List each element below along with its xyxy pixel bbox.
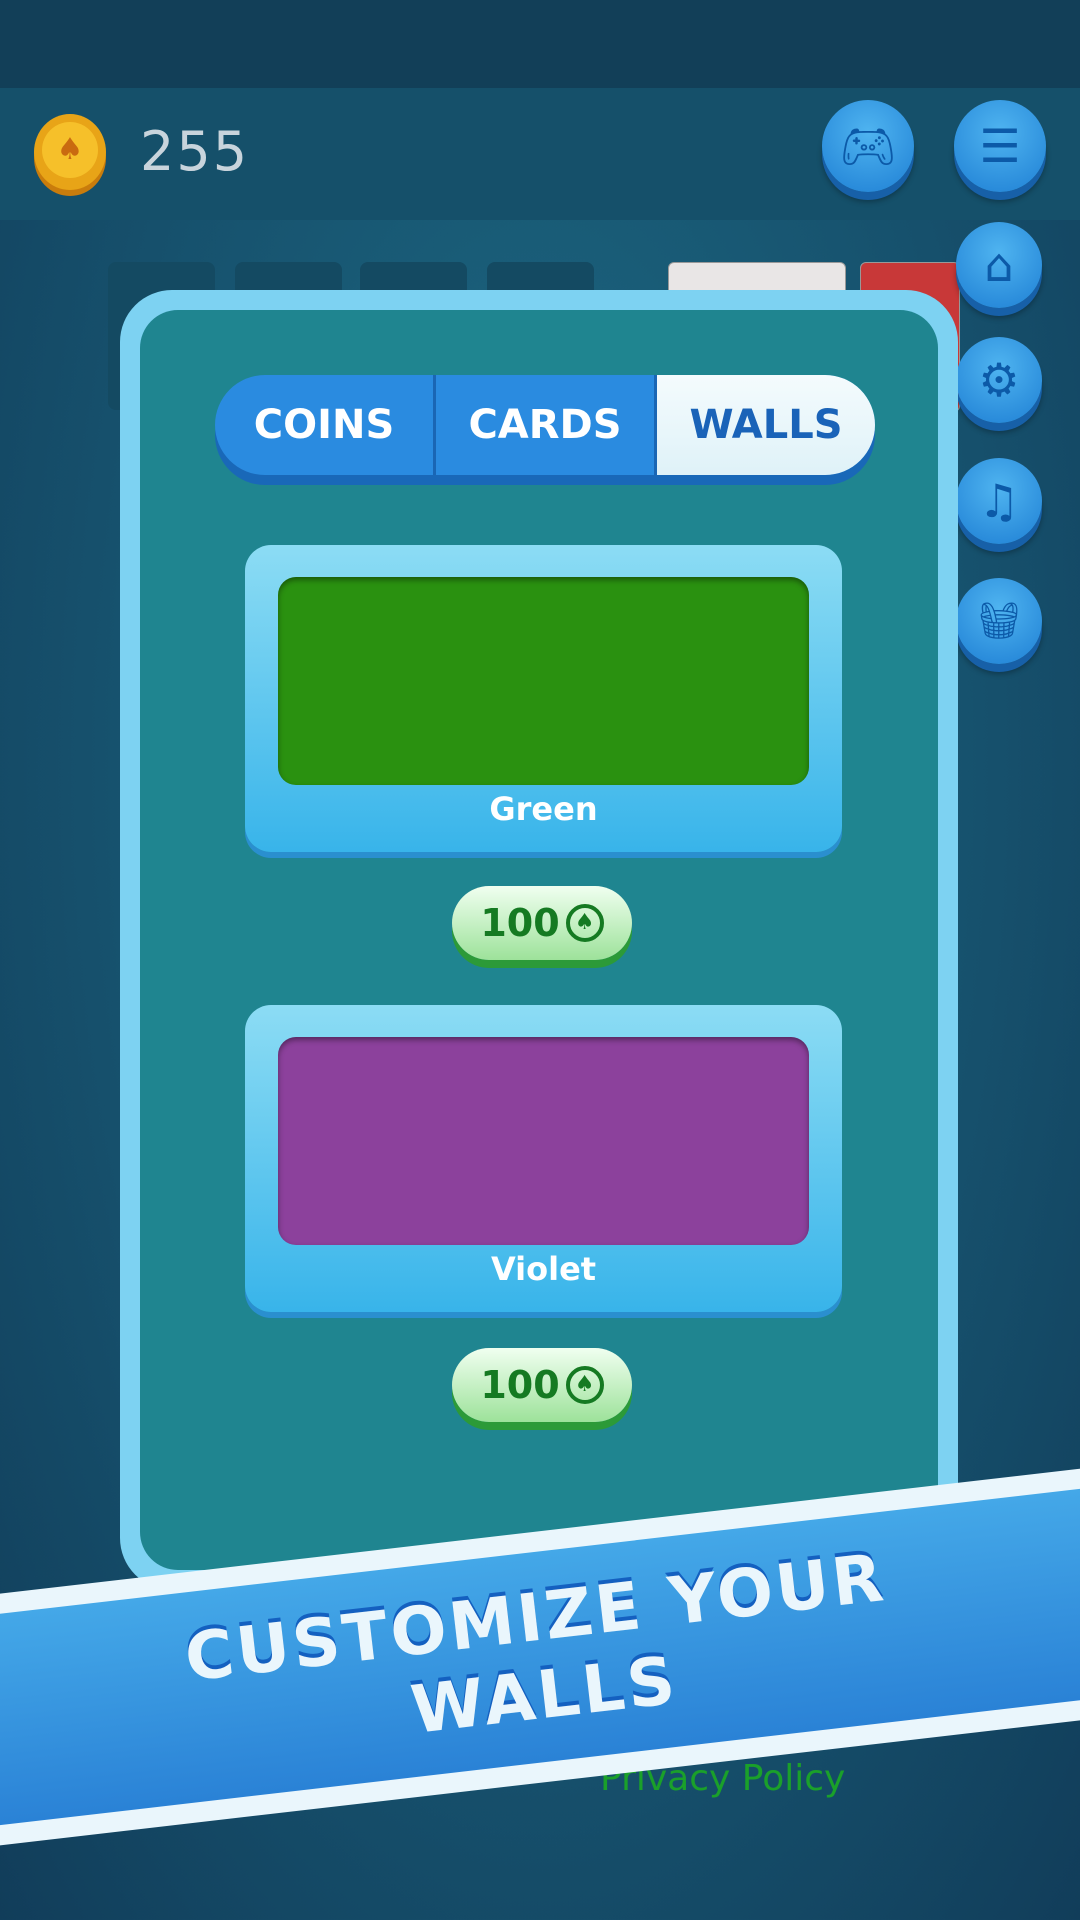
coin-balance: 255 [140,120,250,183]
shop-button[interactable]: 🧺︎ [956,578,1042,664]
gear-icon: ⚙ [978,353,1020,407]
price: 100 [480,901,560,945]
wall-swatch [278,577,809,785]
gamepad-icon: 🎮︎ [838,118,898,173]
home-icon: ⌂ [984,238,1014,292]
category-tabs: COINS CARDS WALLS [215,375,875,475]
home-button[interactable]: ⌂ [956,222,1042,308]
price: 100 [480,1363,560,1407]
wall-option-green[interactable]: Green [245,545,842,852]
tab-walls[interactable]: WALLS [657,375,875,475]
menu-button[interactable]: ☰ [954,100,1046,192]
music-icon: ♫ [978,474,1020,528]
spade-coin-icon: ♠ [565,904,604,942]
tab-coins[interactable]: COINS [215,375,436,475]
wall-name: Violet [490,1250,597,1288]
music-button[interactable]: ♫ [956,458,1042,544]
wall-option-violet[interactable]: Violet [245,1005,842,1312]
spade-coin-icon: ♠ [34,114,106,190]
buy-button[interactable]: 100 ♠ [452,1348,632,1422]
wall-swatch [278,1037,809,1245]
wall-name: Green [489,790,598,828]
status-area [0,0,1080,88]
tab-cards[interactable]: CARDS [436,375,657,475]
spade-coin-icon: ♠ [565,1366,604,1404]
games-button[interactable]: 🎮︎ [822,100,914,192]
settings-button[interactable]: ⚙ [956,337,1042,423]
menu-icon: ☰ [979,119,1021,173]
basket-icon: 🧺︎ [976,601,1022,642]
buy-button[interactable]: 100 ♠ [452,886,632,960]
